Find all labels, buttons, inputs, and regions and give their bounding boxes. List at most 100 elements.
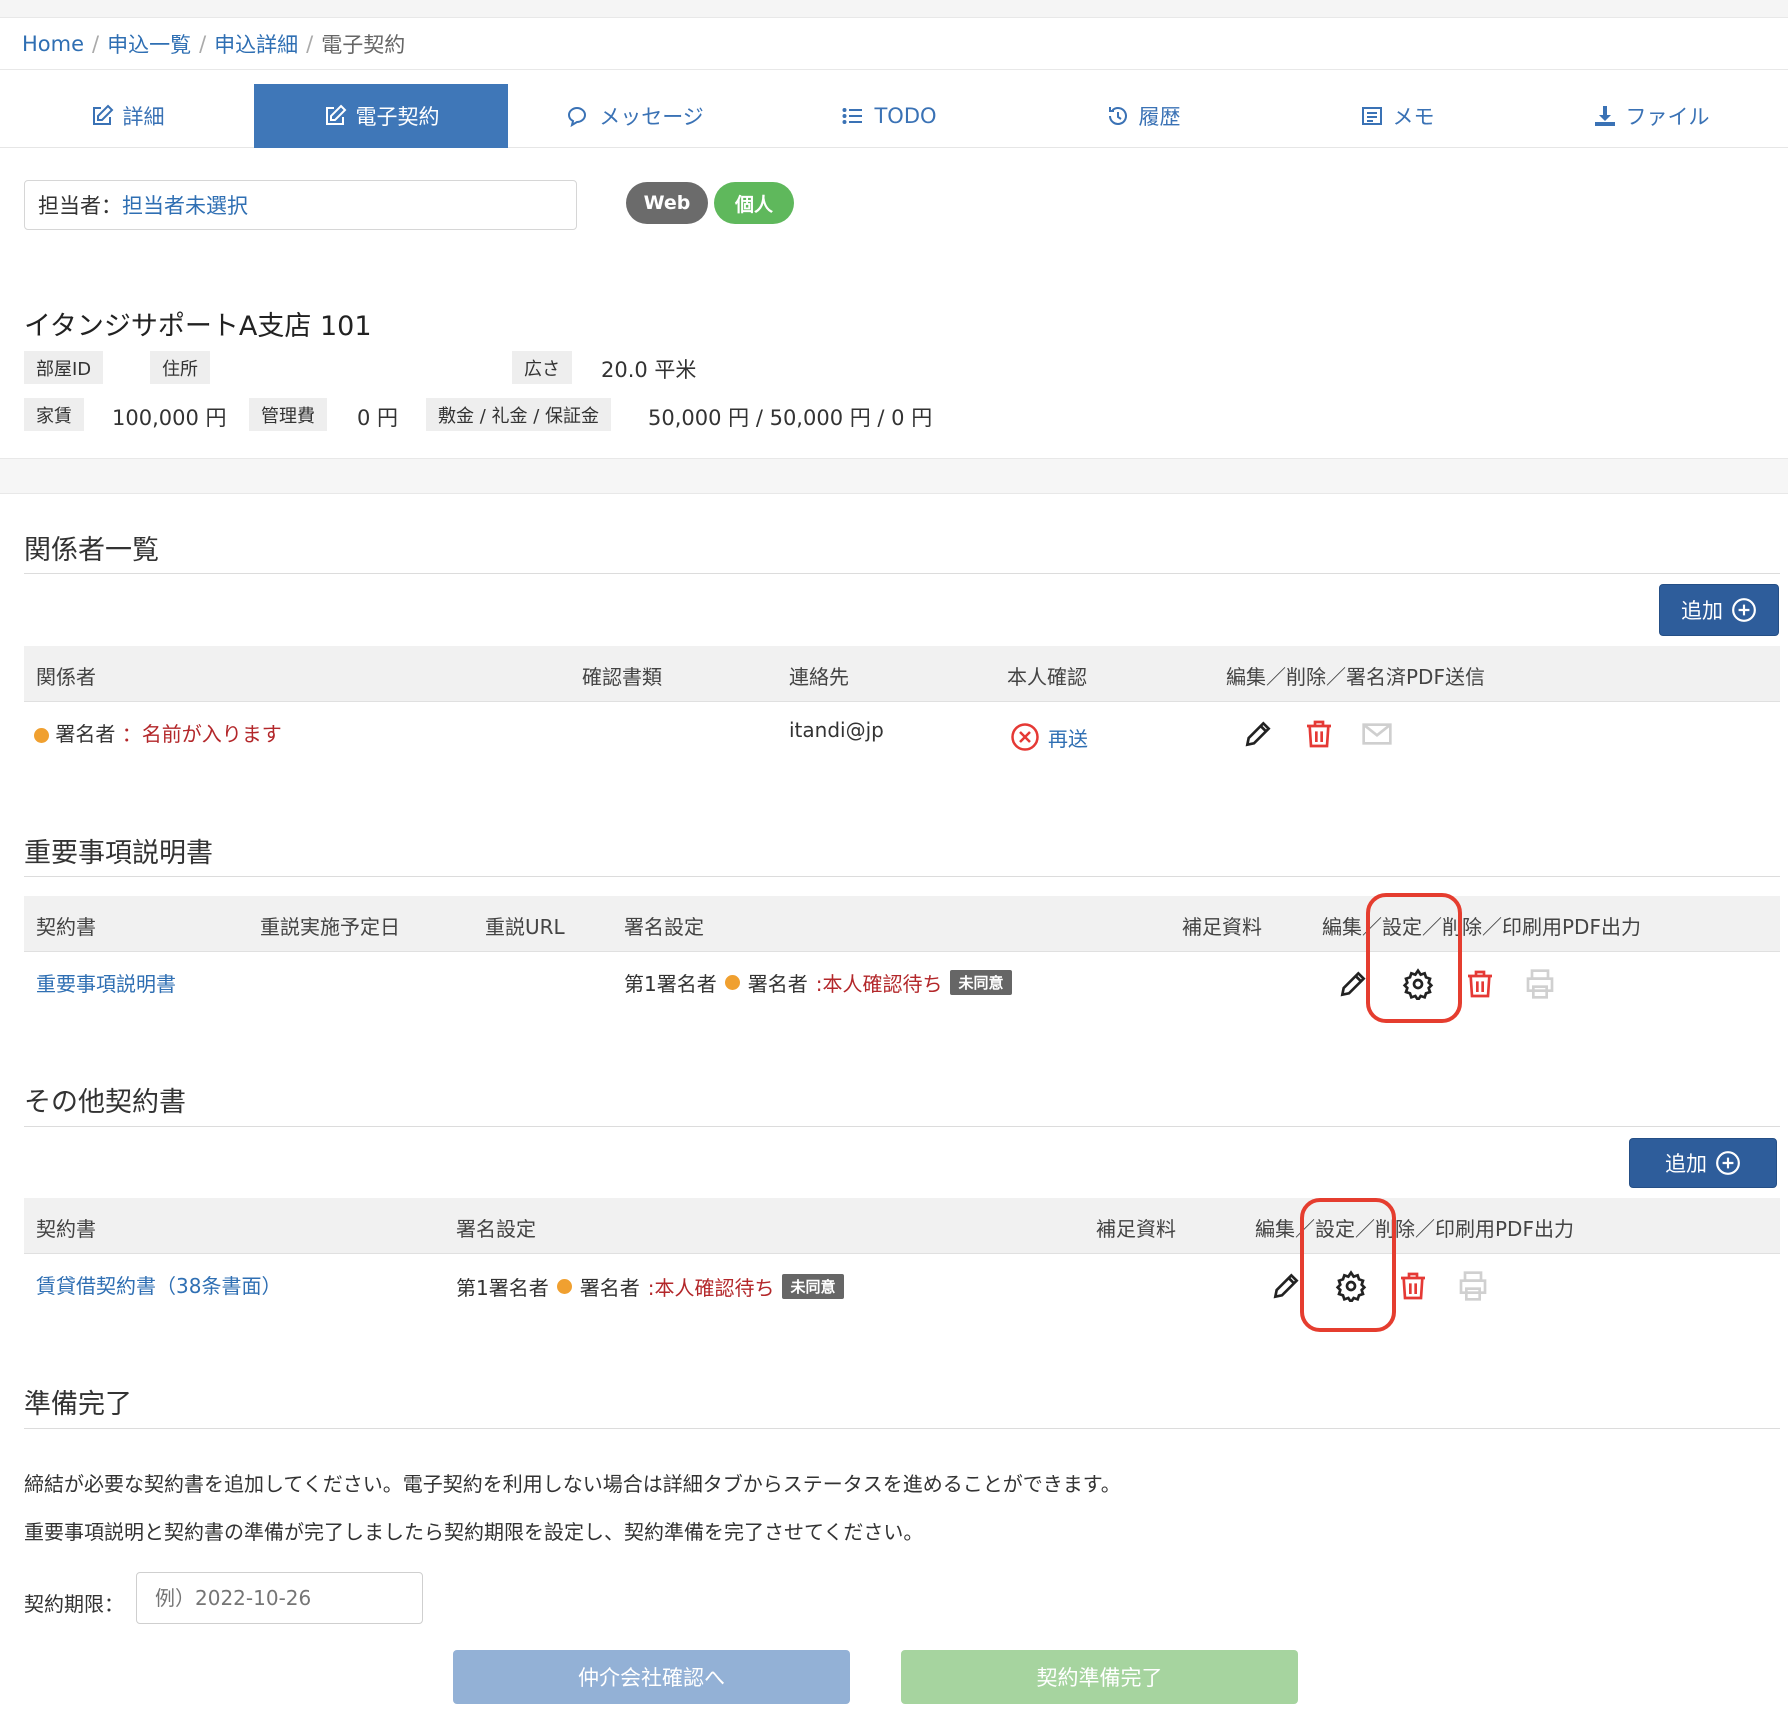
- column-header: 署名設定: [624, 915, 704, 939]
- web-badge: Web: [626, 182, 708, 224]
- column-header: 連絡先: [789, 665, 849, 689]
- breadcrumb-separator: /: [306, 31, 314, 56]
- management-fee-value: 0 円: [357, 406, 399, 430]
- add-button-label: 追加: [1665, 1152, 1707, 1176]
- add-contract-button[interactable]: 追加: [1629, 1138, 1777, 1188]
- other-contracts-section-title: その他契約書: [24, 1087, 186, 1118]
- pencil-icon[interactable]: [1337, 968, 1369, 1000]
- print-pdf-icon[interactable]: [1524, 968, 1556, 1000]
- signer-role: 署名者: [579, 1276, 640, 1300]
- parties-section-title: 関係者一覧: [24, 535, 159, 566]
- ready-section-title: 準備完了: [24, 1389, 132, 1420]
- settings-highlight: [1366, 893, 1462, 1023]
- error-circle-icon: [1011, 723, 1039, 751]
- room-id-label: 部屋ID: [24, 351, 104, 384]
- area-value: 20.0 平米: [601, 358, 697, 382]
- tab-history[interactable]: 履歴: [1016, 84, 1270, 148]
- important-section-title: 重要事項説明書: [24, 838, 213, 869]
- signature-setting: 第1署名者 署名者 :本人確認待ち 未同意: [624, 968, 1012, 997]
- assignee-label: 担当者：: [38, 194, 122, 218]
- list-icon: [842, 108, 863, 124]
- divider: [24, 573, 1780, 574]
- address-label: 住所: [150, 351, 210, 384]
- send-mail-icon[interactable]: [1361, 718, 1393, 750]
- tab-label: TODO: [874, 104, 937, 128]
- download-icon: [1594, 106, 1615, 126]
- breadcrumb-separator: /: [92, 31, 100, 56]
- memo-icon: [1361, 107, 1382, 125]
- trash-icon[interactable]: [1397, 1270, 1429, 1302]
- divider: [24, 876, 1780, 877]
- assignee-selector[interactable]: 担当者： 担当者未選択: [24, 180, 577, 230]
- column-header: 編集／削除／署名済PDF送信: [1226, 665, 1485, 689]
- resend-link[interactable]: 再送: [1048, 723, 1088, 752]
- pencil-icon[interactable]: [1270, 1270, 1302, 1302]
- important-table-header: 契約書 重説実施予定日 重説URL 署名設定 補足資料 編集／設定／削除／印刷用…: [24, 896, 1780, 952]
- tab-details[interactable]: 詳細: [0, 84, 254, 148]
- rent-value: 100,000 円: [112, 406, 227, 430]
- section-divider: [0, 458, 1788, 494]
- breadcrumb: Home / 申込一覧 / 申込詳細 / 電子契約: [0, 18, 1788, 70]
- tab-label: 電子契約: [355, 105, 440, 129]
- trash-icon[interactable]: [1464, 968, 1496, 1000]
- party-name: 名前が入ります: [141, 722, 282, 746]
- status-dot: [34, 728, 49, 743]
- column-header: 重説URL: [485, 915, 565, 939]
- add-party-button[interactable]: 追加: [1659, 584, 1779, 636]
- trash-icon[interactable]: [1303, 718, 1335, 750]
- signer-status: :本人確認待ち: [815, 972, 943, 996]
- rent-label: 家賃: [24, 398, 84, 431]
- tab-memo[interactable]: メモ: [1270, 84, 1524, 148]
- unagreed-badge: 未同意: [782, 1274, 844, 1299]
- status-dot: [556, 1279, 572, 1294]
- breadcrumb-application-list[interactable]: 申込一覧: [107, 29, 191, 59]
- tab-label: メッセージ: [599, 105, 704, 129]
- add-button-label: 追加: [1681, 599, 1723, 623]
- tab-bar: 詳細 電子契約 メッセージ TODO 履歴 メモ ファイル: [0, 84, 1788, 148]
- broker-confirm-button[interactable]: 仲介会社確認へ: [453, 1650, 850, 1704]
- deposit-value: 50,000 円 / 50,000 円 / 0 円: [648, 406, 933, 430]
- signer-order: 第1署名者: [456, 1276, 549, 1300]
- breadcrumb-home[interactable]: Home: [22, 32, 84, 56]
- important-document-link[interactable]: 重要事項説明書: [36, 968, 176, 997]
- column-header: 補足資料: [1182, 915, 1262, 939]
- column-header: 確認書類: [582, 665, 662, 689]
- status-dot: [724, 975, 740, 990]
- tab-label: 履歴: [1138, 105, 1181, 129]
- tab-files[interactable]: ファイル: [1524, 84, 1778, 148]
- top-strip: [0, 0, 1788, 18]
- deposit-label: 敷金 / 礼金 / 保証金: [426, 398, 612, 431]
- tab-label: ファイル: [1625, 105, 1710, 129]
- history-icon: [1108, 107, 1127, 125]
- area-label: 広さ: [512, 351, 572, 384]
- personal-badge: 個人: [714, 182, 794, 224]
- contract-document-link[interactable]: 賃貸借契約書（38条書面）: [36, 1270, 281, 1299]
- column-header: 補足資料: [1096, 1217, 1176, 1241]
- party-row: 署名者 ：名前が入ります: [34, 718, 282, 747]
- tab-label: メモ: [1392, 105, 1435, 129]
- deadline-input[interactable]: [136, 1572, 423, 1624]
- pencil-icon[interactable]: [1242, 718, 1274, 750]
- column-header: 契約書: [36, 915, 96, 939]
- tab-todo[interactable]: TODO: [762, 84, 1016, 148]
- chat-icon: [568, 106, 587, 128]
- edit-icon: [92, 104, 113, 125]
- management-fee-label: 管理費: [249, 398, 327, 431]
- tab-e-contract[interactable]: 電子契約: [254, 84, 508, 148]
- tab-messages[interactable]: メッセージ: [508, 84, 762, 148]
- print-pdf-icon[interactable]: [1457, 1270, 1489, 1302]
- breadcrumb-application-detail[interactable]: 申込詳細: [214, 29, 298, 59]
- plus-circle-icon: [1732, 598, 1756, 622]
- contract-ready-button[interactable]: 契約準備完了: [901, 1650, 1298, 1704]
- identity-status: 再送: [1010, 722, 1088, 752]
- column-header: 本人確認: [1007, 665, 1087, 689]
- property-name: イタンジサポートA支店 101: [24, 311, 372, 342]
- signer-role: 署名者: [747, 972, 808, 996]
- column-header: 契約書: [36, 1217, 96, 1241]
- signer-order: 第1署名者: [624, 972, 717, 996]
- assignee-value[interactable]: 担当者未選択: [122, 190, 248, 220]
- other-contracts-table-header: 契約書 署名設定 補足資料 編集／設定／削除／印刷用PDF出力: [24, 1198, 1780, 1254]
- deadline-label: 契約期限：: [24, 1592, 124, 1616]
- divider: [24, 1126, 1780, 1127]
- parties-table-header: 関係者 確認書類 連絡先 本人確認 編集／削除／署名済PDF送信: [24, 646, 1780, 702]
